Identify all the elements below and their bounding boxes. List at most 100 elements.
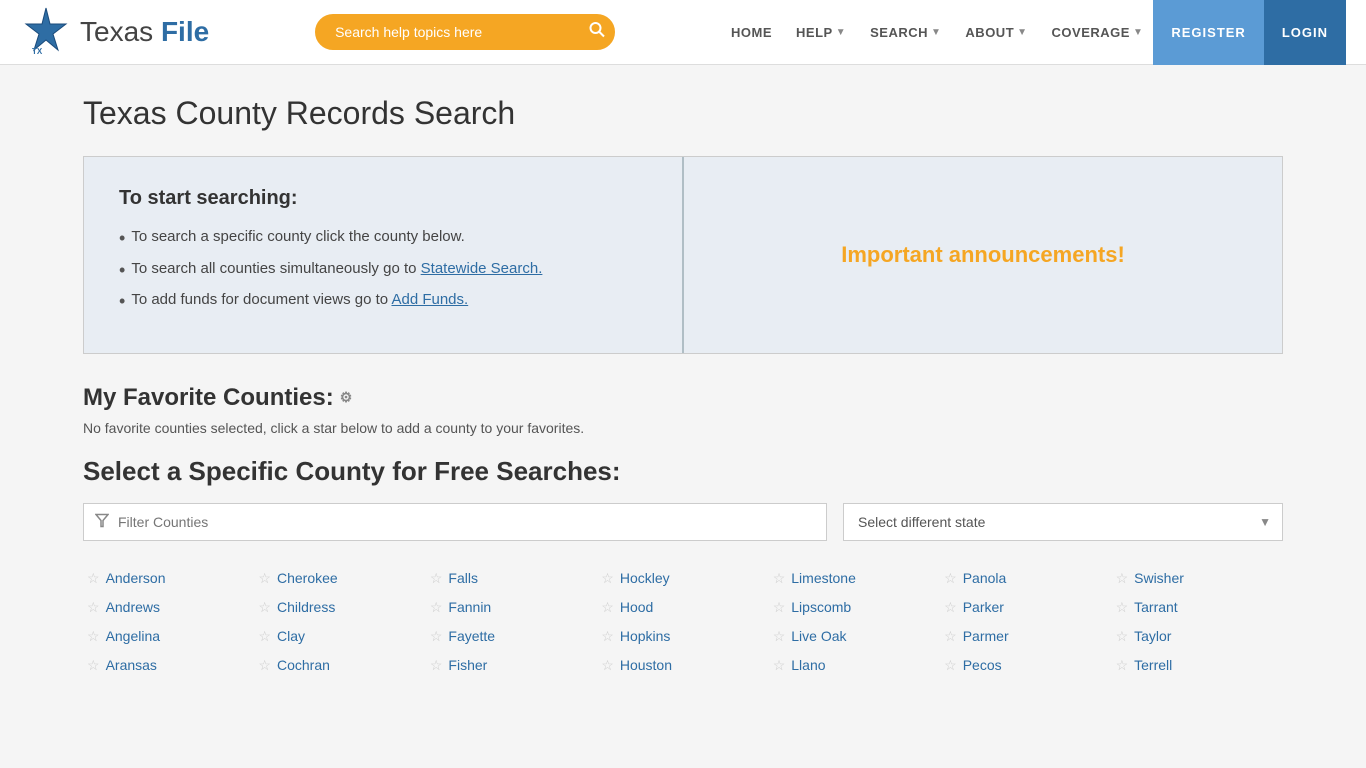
login-button[interactable]: LOGIN	[1264, 0, 1346, 65]
county-star-lipscomb[interactable]: ☆	[773, 599, 786, 616]
start-searching-heading: To start searching:	[119, 187, 647, 210]
county-item: ☆ Limestone	[769, 565, 940, 592]
county-star-aransas[interactable]: ☆	[87, 657, 100, 674]
county-star-swisher[interactable]: ☆	[1116, 570, 1129, 587]
statewide-search-link[interactable]: Statewide Search.	[421, 260, 543, 277]
county-link-aransas[interactable]: Aransas	[106, 657, 157, 673]
county-star-limestone[interactable]: ☆	[773, 570, 786, 587]
county-star-taylor[interactable]: ☆	[1116, 628, 1129, 645]
gear-icon[interactable]: ⚙	[340, 389, 353, 406]
nav-about[interactable]: ABOUT ▼	[955, 17, 1037, 48]
county-star-falls[interactable]: ☆	[430, 570, 443, 587]
county-link-andrews[interactable]: Andrews	[106, 599, 160, 615]
county-star-cherokee[interactable]: ☆	[258, 570, 271, 587]
county-star-hockley[interactable]: ☆	[601, 570, 614, 587]
county-link-tarrant[interactable]: Tarrant	[1134, 599, 1178, 615]
county-item: ☆ Swisher	[1112, 565, 1283, 592]
county-link-houston[interactable]: Houston	[620, 657, 672, 673]
info-item-2: To search all counties simultaneously go…	[119, 260, 647, 282]
county-link-hockley[interactable]: Hockley	[620, 570, 670, 586]
county-star-tarrant[interactable]: ☆	[1116, 599, 1129, 616]
county-link-cochran[interactable]: Cochran	[277, 657, 330, 673]
county-star-clay[interactable]: ☆	[258, 628, 271, 645]
search-button[interactable]	[589, 22, 605, 43]
county-star-hood[interactable]: ☆	[601, 599, 614, 616]
favorites-desc: No favorite counties selected, click a s…	[83, 420, 1283, 436]
county-link-pecos[interactable]: Pecos	[963, 657, 1002, 673]
county-link-live-oak[interactable]: Live Oak	[791, 628, 846, 644]
county-link-limestone[interactable]: Limestone	[791, 570, 856, 586]
county-star-andrews[interactable]: ☆	[87, 599, 100, 616]
chevron-down-icon: ▼	[1133, 27, 1143, 38]
county-link-swisher[interactable]: Swisher	[1134, 570, 1184, 586]
county-link-lipscomb[interactable]: Lipscomb	[791, 599, 851, 615]
logo-text: Texas File	[80, 16, 209, 48]
county-star-anderson[interactable]: ☆	[87, 570, 100, 587]
county-item: ☆ Tarrant	[1112, 594, 1283, 621]
info-item-3-text: To add funds for document views go to Ad…	[131, 291, 468, 308]
county-item: ☆ Andrews	[83, 594, 254, 621]
county-item: ☆ Terrell	[1112, 652, 1283, 679]
county-link-angelina[interactable]: Angelina	[106, 628, 161, 644]
filter-counties-input[interactable]	[83, 503, 827, 541]
county-link-cherokee[interactable]: Cherokee	[277, 570, 338, 586]
info-panel-right: Important announcements!	[684, 157, 1282, 353]
county-link-taylor[interactable]: Taylor	[1134, 628, 1171, 644]
county-link-hopkins[interactable]: Hopkins	[620, 628, 671, 644]
logo[interactable]: TX Texas File	[20, 6, 209, 58]
search-area	[209, 14, 721, 50]
nav-help[interactable]: HELP ▼	[786, 17, 856, 48]
county-link-panola[interactable]: Panola	[963, 570, 1007, 586]
county-star-houston[interactable]: ☆	[601, 657, 614, 674]
county-link-anderson[interactable]: Anderson	[106, 570, 166, 586]
page-title: Texas County Records Search	[83, 95, 1283, 132]
county-star-panola[interactable]: ☆	[944, 570, 957, 587]
chevron-down-icon: ▼	[1017, 27, 1027, 38]
county-link-parmer[interactable]: Parmer	[963, 628, 1009, 644]
county-link-clay[interactable]: Clay	[277, 628, 305, 644]
county-item: ☆ Fayette	[426, 623, 597, 650]
favorites-section: My Favorite Counties: ⚙ No favorite coun…	[83, 384, 1283, 436]
county-star-childress[interactable]: ☆	[258, 599, 271, 616]
county-item: ☆ Cherokee	[254, 565, 425, 592]
county-star-terrell[interactable]: ☆	[1116, 657, 1129, 674]
favorites-title: My Favorite Counties: ⚙	[83, 384, 1283, 412]
info-item-1: To search a specific county click the co…	[119, 228, 647, 250]
county-star-parmer[interactable]: ☆	[944, 628, 957, 645]
filter-icon	[95, 513, 109, 530]
county-link-fayette[interactable]: Fayette	[448, 628, 495, 644]
nav-coverage[interactable]: COVERAGE ▼	[1042, 17, 1154, 48]
county-star-pecos[interactable]: ☆	[944, 657, 957, 674]
county-star-hopkins[interactable]: ☆	[601, 628, 614, 645]
county-star-cochran[interactable]: ☆	[258, 657, 271, 674]
county-link-terrell[interactable]: Terrell	[1134, 657, 1172, 673]
county-star-fannin[interactable]: ☆	[430, 599, 443, 616]
search-icon	[589, 22, 605, 38]
county-link-llano[interactable]: Llano	[791, 657, 825, 673]
county-star-fayette[interactable]: ☆	[430, 628, 443, 645]
county-item: ☆ Clay	[254, 623, 425, 650]
county-item: ☆ Parker	[940, 594, 1111, 621]
county-link-falls[interactable]: Falls	[448, 570, 478, 586]
register-button[interactable]: REGISTER	[1153, 0, 1263, 65]
county-star-live-oak[interactable]: ☆	[773, 628, 786, 645]
county-link-fisher[interactable]: Fisher	[448, 657, 487, 673]
county-item: ☆ Aransas	[83, 652, 254, 679]
county-star-angelina[interactable]: ☆	[87, 628, 100, 645]
county-link-childress[interactable]: Childress	[277, 599, 335, 615]
search-input[interactable]	[315, 14, 615, 50]
county-star-parker[interactable]: ☆	[944, 599, 957, 616]
nav-search[interactable]: SEARCH ▼	[860, 17, 951, 48]
filter-row: Select different state ▼	[83, 503, 1283, 541]
county-link-parker[interactable]: Parker	[963, 599, 1004, 615]
county-link-hood[interactable]: Hood	[620, 599, 653, 615]
county-star-llano[interactable]: ☆	[773, 657, 786, 674]
chevron-down-icon: ▼	[836, 27, 846, 38]
county-star-fisher[interactable]: ☆	[430, 657, 443, 674]
nav-home[interactable]: HOME	[721, 17, 782, 48]
state-select[interactable]: Select different state	[843, 503, 1283, 541]
county-link-fannin[interactable]: Fannin	[448, 599, 491, 615]
county-item: ☆ Fannin	[426, 594, 597, 621]
county-item: ☆ Fisher	[426, 652, 597, 679]
add-funds-link[interactable]: Add Funds.	[391, 291, 468, 308]
